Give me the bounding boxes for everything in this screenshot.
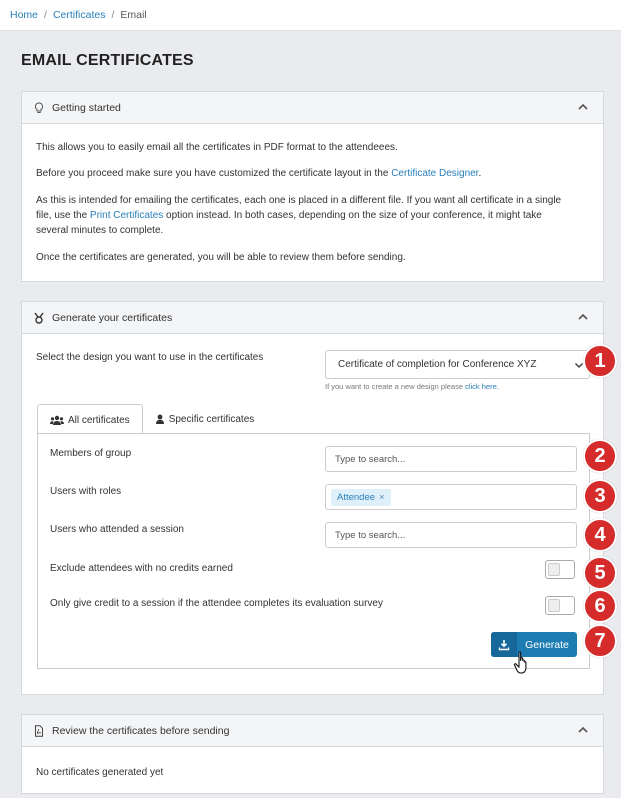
tab-specific-certificates[interactable]: Specific certificates — [143, 404, 267, 434]
breadcrumb-separator: / — [111, 9, 115, 21]
tab-all-label: All certificates — [68, 414, 130, 426]
user-icon — [155, 414, 165, 424]
design-select-label: Select the design you want to use in the… — [36, 352, 264, 363]
breadcrumb-current: Email — [120, 9, 147, 21]
callout-badge-3: 3 — [583, 479, 617, 513]
members-of-group-label: Members of group — [50, 448, 132, 459]
exclude-no-credits-toggle[interactable] — [545, 560, 575, 579]
callout-badge-2: 2 — [583, 439, 617, 473]
generate-button[interactable]: Generate — [491, 632, 577, 657]
pdf-file-icon — [32, 724, 46, 738]
print-line-1: As this is intended for emailing the cer… — [36, 195, 562, 206]
print-text: file, use the — [36, 210, 90, 221]
getting-started-title: Getting started — [52, 101, 121, 114]
chevron-up-icon[interactable] — [577, 724, 589, 736]
callout-badge-6: 6 — [583, 589, 617, 623]
no-certificates-text: No certificates generated yet — [36, 767, 164, 778]
getting-started-header[interactable]: Getting started — [22, 92, 603, 124]
breadcrumb: Home / Certificates / Email — [10, 9, 147, 21]
review-card: Review the certificates before sending N… — [21, 714, 604, 794]
designer-paragraph: Before you proceed make sure you have cu… — [36, 166, 591, 181]
callout-badge-1: 1 — [583, 344, 617, 378]
tab-all-certificates[interactable]: All certificates — [37, 404, 143, 435]
print-text-end: option instead. In both cases, depending… — [163, 210, 542, 221]
callout-badge-4: 4 — [583, 518, 617, 552]
roles-input[interactable]: Attendee × — [325, 484, 577, 510]
exclude-no-credits-label: Exclude attendees with no credits earned — [50, 563, 233, 574]
callout-badge-5: 5 — [583, 556, 617, 590]
remove-tag-icon[interactable]: × — [379, 492, 385, 503]
evaluation-survey-label: Only give credit to a session if the att… — [50, 598, 383, 609]
generate-card: Generate your certificates Select the de… — [21, 301, 604, 695]
chevron-up-icon[interactable] — [577, 311, 589, 323]
review-header[interactable]: Review the certificates before sending — [22, 715, 603, 747]
certificate-tabs: All certificates Specific certificates — [37, 404, 267, 435]
attendee-tag-label: Attendee — [337, 492, 376, 503]
callout-badge-7: 7 — [583, 624, 617, 658]
all-certificates-panel: Members of group Type to search... Users… — [37, 433, 590, 669]
page-title: EMAIL CERTIFICATES — [21, 52, 194, 69]
users-with-roles-label: Users with roles — [50, 486, 122, 497]
users-icon — [50, 415, 64, 425]
lightbulb-icon — [32, 101, 46, 115]
designer-text-end: . — [478, 168, 482, 179]
generate-button-label: Generate — [525, 638, 569, 651]
generate-header[interactable]: Generate your certificates — [22, 302, 603, 334]
new-design-hint: If you want to create a new design pleas… — [325, 382, 499, 391]
top-bar: Home / Certificates / Email — [0, 0, 621, 31]
medal-icon — [32, 311, 46, 325]
review-note-paragraph: Once the certificates are generated, you… — [36, 252, 406, 263]
intro-paragraph: This allows you to easily email all the … — [36, 142, 398, 153]
chevron-up-icon[interactable] — [577, 101, 589, 113]
design-selected-value: Certificate of completion for Conference… — [338, 359, 537, 370]
print-line-2: file, use the Print Certificates option … — [36, 208, 591, 223]
getting-started-card: Getting started This allows you to easil… — [21, 91, 604, 282]
print-certificates-link[interactable]: Print Certificates — [90, 210, 163, 221]
certificate-designer-link[interactable]: Certificate Designer — [391, 168, 478, 179]
attended-session-label: Users who attended a session — [50, 524, 184, 535]
toggle-knob — [548, 563, 560, 576]
print-line-3: several minutes to complete. — [36, 225, 164, 236]
print-paragraph: As this is intended for emailing the cer… — [36, 193, 591, 238]
review-title: Review the certificates before sending — [52, 724, 230, 737]
attendee-tag: Attendee × — [331, 489, 391, 506]
breadcrumb-certificates[interactable]: Certificates — [53, 9, 106, 21]
breadcrumb-home[interactable]: Home — [10, 9, 38, 21]
session-search-input[interactable]: Type to search... — [325, 522, 577, 548]
breadcrumb-separator: / — [44, 9, 47, 21]
generate-title: Generate your certificates — [52, 311, 173, 324]
evaluation-survey-toggle[interactable] — [545, 596, 575, 615]
hint-text: If you want to create a new design pleas… — [325, 382, 466, 391]
hand-cursor-icon — [513, 650, 533, 676]
toggle-knob — [548, 599, 560, 612]
click-here-link[interactable]: click here. — [465, 382, 499, 391]
tab-specific-label: Specific certificates — [168, 413, 255, 425]
group-search-input[interactable]: Type to search... — [325, 446, 577, 472]
designer-text: Before you proceed make sure you have cu… — [36, 168, 392, 179]
design-select[interactable]: Certificate of completion for Conference… — [325, 350, 590, 379]
